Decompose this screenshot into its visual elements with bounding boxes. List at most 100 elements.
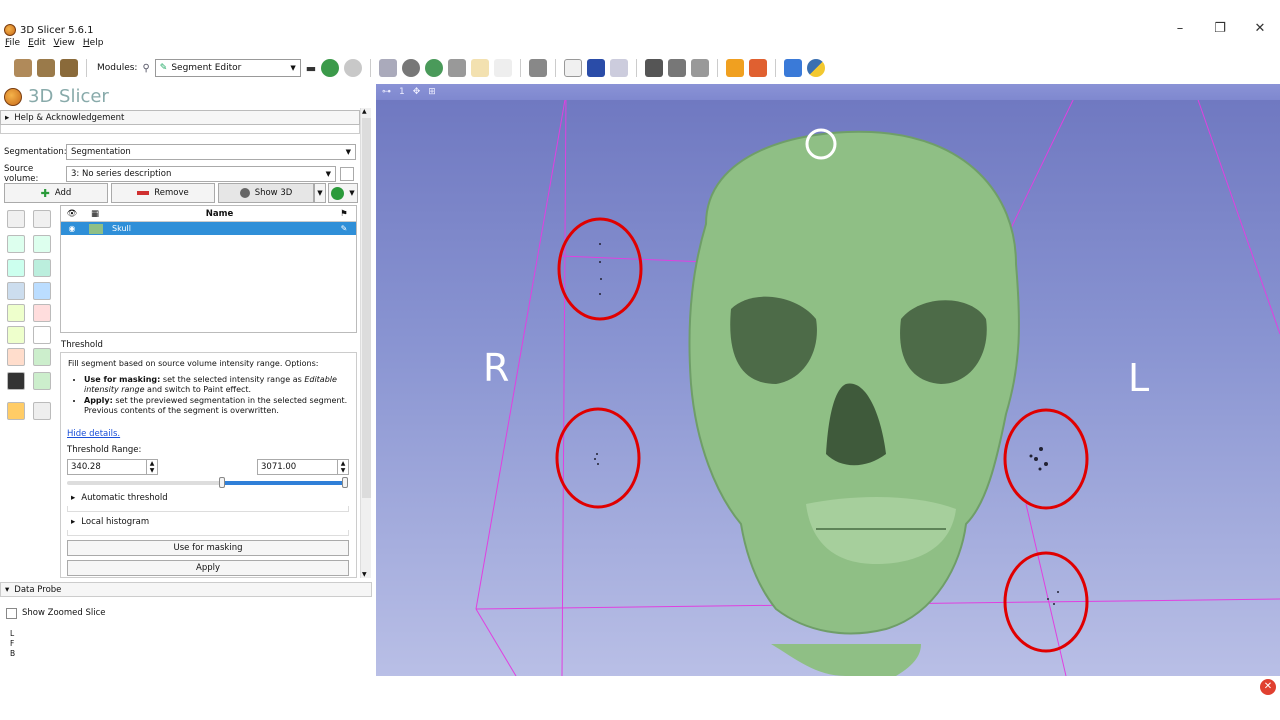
threshold-min-handle[interactable] [219, 477, 225, 488]
logical-operators-icon[interactable] [7, 372, 25, 390]
main-toolbar: Modules: ⚲ ✎ Segment Editor ▼ ▬ [0, 55, 1280, 81]
erase-effect-icon[interactable] [7, 259, 25, 277]
name-column-header[interactable]: Name [107, 209, 332, 219]
threshold-min-spinbox[interactable]: 340.28 ▲ ▼ [67, 459, 158, 475]
fiducial-icon[interactable] [749, 59, 768, 77]
segment-name[interactable]: Skull [109, 224, 332, 233]
extension-manager-icon[interactable] [784, 59, 803, 77]
center-view-icon[interactable]: ✥ [413, 87, 421, 97]
menu-file[interactable]: File [5, 38, 20, 52]
back-arrow-icon[interactable] [321, 59, 340, 77]
spin-arrows-icon[interactable]: ▲ ▼ [146, 460, 157, 474]
chevron-down-icon: ▼ [345, 148, 351, 156]
modules-label: Modules: [97, 63, 138, 73]
add-segment-button[interactable]: ✚ Add [4, 183, 108, 203]
dicom-icon[interactable] [37, 59, 55, 77]
volume-options-icon[interactable] [340, 167, 354, 181]
hide-details-link[interactable]: Hide details. [67, 429, 120, 439]
undo-icon[interactable] [7, 402, 25, 420]
crosshair-icon[interactable] [610, 59, 629, 77]
calculator-icon[interactable] [33, 210, 51, 228]
python-console-icon[interactable] [807, 59, 826, 77]
transforms-icon[interactable] [448, 59, 467, 77]
3d-view[interactable]: ⊶ 1 ✥ ⊞ R L [376, 84, 1280, 676]
pen-icon[interactable] [494, 59, 513, 77]
none-effect-icon[interactable] [7, 210, 25, 228]
segment-actions-button[interactable]: ▼ [328, 183, 358, 203]
module-selector[interactable]: ✎ Segment Editor ▼ [154, 59, 301, 77]
mask-volume-icon[interactable] [33, 372, 51, 390]
menu-help[interactable]: Help [83, 38, 104, 52]
islands-effect-icon[interactable] [33, 348, 51, 366]
module-panel-scrollbar[interactable]: ▲ ▼ [360, 108, 371, 578]
segment-row-skull[interactable]: ◉ Skull ✎ [61, 222, 356, 235]
screenshot-icon[interactable] [645, 59, 664, 77]
eye-icon[interactable]: ◉ [61, 224, 83, 233]
hollow-effect-icon[interactable] [7, 326, 25, 344]
redo-icon[interactable] [33, 402, 51, 420]
spin-arrows-icon[interactable]: ▲ ▼ [337, 460, 348, 474]
draw-effect-icon[interactable] [33, 235, 51, 253]
chevron-down-icon: ▾ [5, 584, 10, 595]
module-search-icon[interactable]: ⚲ [142, 63, 149, 74]
restore-button[interactable]: ❐ [1200, 20, 1240, 38]
scene-view-icon[interactable] [668, 59, 687, 77]
threshold-max-spinbox[interactable]: 3071.00 ▲ ▼ [257, 459, 349, 475]
data-probe-title: Data Probe [14, 584, 62, 595]
margin-effect-icon[interactable] [33, 304, 51, 322]
scroll-up-icon[interactable]: ▲ [362, 108, 367, 115]
show-3d-button[interactable]: Show 3D [218, 183, 314, 203]
automatic-threshold-label: Automatic threshold [81, 493, 168, 503]
show-zoomed-slice-checkbox[interactable] [6, 608, 17, 619]
local-histogram-header[interactable]: ▸ Local histogram [67, 515, 349, 529]
load-data-icon[interactable] [14, 59, 32, 77]
close-button[interactable]: ✕ [1240, 20, 1280, 38]
error-log-icon[interactable]: ✕ [1260, 679, 1276, 695]
models-icon[interactable] [425, 59, 444, 77]
probe-coord-l: L [10, 629, 15, 638]
layout-grid-icon[interactable]: ⊞ [428, 87, 436, 97]
flag-icon[interactable] [587, 59, 606, 77]
data-probe-header[interactable]: ▾ Data Probe [0, 582, 372, 597]
show-3d-dropdown[interactable]: ▼ [314, 183, 326, 203]
view-link-icon[interactable] [691, 59, 710, 77]
add-button-label: Add [54, 188, 72, 198]
grid-layout-icon[interactable] [529, 59, 548, 77]
pin-icon[interactable]: ⊶ [382, 87, 391, 97]
crosshair-orange-icon[interactable] [726, 59, 745, 77]
menu-view[interactable]: View [54, 38, 75, 52]
volume-rendering-icon[interactable] [402, 59, 421, 77]
pointer-icon[interactable] [564, 59, 583, 77]
threshold-effect-icon[interactable] [7, 304, 25, 322]
help-section-header[interactable]: ▸ Help & Acknowledgement [0, 110, 360, 125]
module-history-icon[interactable]: ▬ [306, 62, 316, 75]
remove-segment-button[interactable]: Remove [111, 183, 215, 203]
level-tracing-icon[interactable] [33, 259, 51, 277]
segments-table[interactable]: 👁 ▦ Name ⚑ ◉ Skull ✎ [60, 205, 357, 333]
layout-icon[interactable] [379, 59, 398, 77]
edit-pencil-icon[interactable]: ✎ [332, 224, 356, 233]
markups-icon[interactable] [471, 59, 490, 77]
save-icon[interactable] [60, 59, 78, 77]
automatic-threshold-header[interactable]: ▸ Automatic threshold [67, 491, 349, 505]
threshold-max-handle[interactable] [342, 477, 348, 488]
apply-button[interactable]: Apply [67, 560, 349, 576]
threshold-max-value: 3071.00 [261, 462, 297, 472]
source-volume-selector[interactable]: 3: No series description ▼ [66, 166, 336, 182]
grow-seeds-icon[interactable] [7, 282, 25, 300]
status-bar [0, 676, 1280, 720]
paint-effect-icon[interactable] [7, 235, 25, 253]
fill-between-slices-icon[interactable] [33, 282, 51, 300]
scrollbar-thumb[interactable] [362, 118, 371, 498]
3d-view-controller-bar[interactable]: ⊶ 1 ✥ ⊞ [376, 84, 1280, 100]
menu-edit[interactable]: Edit [28, 38, 45, 52]
smoothing-effect-icon[interactable] [7, 348, 25, 366]
segment-color-swatch[interactable] [89, 223, 103, 234]
use-for-masking-button[interactable]: Use for masking [67, 540, 349, 556]
scissors-icon[interactable] [33, 326, 51, 344]
segmentation-selector[interactable]: Segmentation ▼ [66, 144, 356, 160]
minimize-button[interactable]: – [1160, 20, 1200, 38]
threshold-range-label: Threshold Range: [67, 445, 142, 455]
scroll-down-icon[interactable]: ▼ [362, 571, 367, 578]
forward-arrow-icon[interactable] [344, 59, 363, 77]
